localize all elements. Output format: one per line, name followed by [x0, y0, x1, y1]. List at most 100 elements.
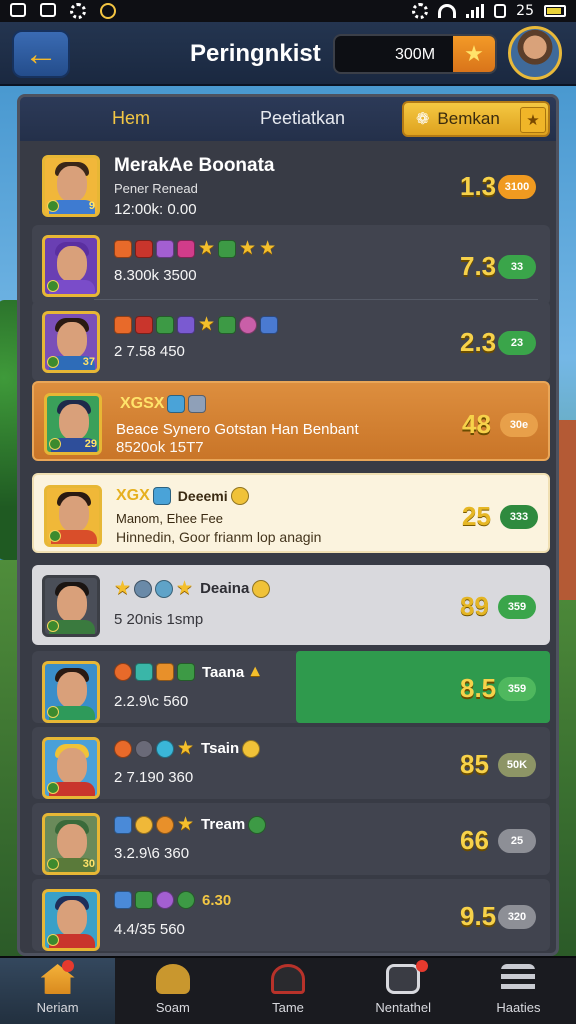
badge-icon: ▲: [247, 663, 264, 680]
gem-icon: [135, 315, 153, 334]
avatar: 9: [42, 155, 100, 217]
back-button[interactable]: ←: [12, 30, 70, 78]
leaderboard-row[interactable]: 30 ★ Tream 3.2.9\6 360 66 25: [32, 803, 550, 875]
reward-pill: 333: [500, 505, 538, 529]
player-score: 1.3: [460, 171, 497, 201]
nav-team[interactable]: Soam: [115, 958, 230, 1024]
star-icon: ★: [239, 238, 257, 259]
leaderboard-row-selected[interactable]: XGX Deeemi Manom, Ehee Fee Hinnedin, Goo…: [32, 473, 550, 553]
battery-icon: [544, 5, 566, 17]
add-currency-button[interactable]: ★: [453, 36, 495, 72]
avatar: [42, 235, 100, 297]
nav-label: Soam: [155, 1000, 190, 1015]
badge-list: 6.30: [114, 891, 231, 909]
badge-list: Taana ▲: [114, 663, 263, 681]
image-icon: [10, 3, 26, 17]
player-stats: 2.2.9\c 560: [114, 693, 189, 710]
tab-per[interactable]: Peetiatkan: [260, 108, 345, 129]
player-tag: Taana: [202, 663, 245, 681]
player-stats: 4.4/35 560: [114, 921, 185, 938]
camera-icon: [386, 964, 421, 994]
star-icon: ★: [177, 738, 195, 759]
nav-home[interactable]: Neriam: [0, 958, 116, 1024]
status-bar: 25: [0, 0, 576, 22]
player-tag: Deeemi: [177, 488, 228, 504]
leaderboard-row[interactable]: 37 ★ 2 7.58 450 2.3 23: [32, 301, 550, 381]
badge-list: XGSX: [116, 395, 207, 413]
profile-avatar[interactable]: [508, 26, 562, 80]
leaderboard-row[interactable]: ★ Tsain 2 7.190 360 85 50K: [32, 727, 550, 799]
wifi-icon: [438, 4, 457, 18]
nav-nentathel[interactable]: Nentathel: [346, 958, 461, 1024]
reward-pill: 30e: [500, 413, 538, 437]
gem-icon: [167, 395, 186, 413]
tab-bemkan[interactable]: ❁ Bemkan ★: [402, 101, 550, 137]
notification-icon: [100, 3, 116, 19]
gem-icon: [135, 663, 153, 681]
reward-pill: 50K: [498, 753, 536, 777]
gem-icon: [218, 239, 237, 258]
avatar: [42, 737, 100, 799]
gallery-icon: [40, 3, 56, 17]
back-arrow-icon: ←: [24, 35, 58, 73]
team-icon: [155, 964, 190, 994]
player-score: 2.3: [460, 327, 497, 357]
player-tag: Tream: [201, 816, 246, 833]
gem-icon: [156, 315, 174, 334]
tab-hem[interactable]: Hem: [112, 108, 150, 129]
leaderboard-row-highlighted[interactable]: 29 XGSX Beace Synero Gotstan Han Benbant…: [32, 381, 550, 461]
player-name: XGSX: [120, 395, 165, 412]
leaderboard-panel: Hem Peetiatkan ❁ Bemkan ★ 9 MerakAe Boon…: [17, 94, 559, 956]
gear-icon: [70, 3, 86, 19]
leaderboard-row[interactable]: 6.30 4.4/35 560 9.5 320: [32, 879, 550, 951]
star-icon: ★: [176, 578, 194, 599]
gem-icon: [134, 579, 153, 598]
player-score: 66: [460, 825, 489, 855]
star-icon: ★: [198, 314, 216, 335]
notification-badge: [62, 960, 74, 972]
star-icon: ★: [464, 41, 484, 66]
avatar: 37: [42, 311, 100, 373]
gem-icon: [218, 315, 237, 334]
player-stats: Hinnedin, Goor frianm lop anagin: [116, 529, 322, 545]
player-subtitle: Beace Synero Gotstan Han Benbant: [116, 421, 359, 438]
gem-icon: [135, 239, 153, 258]
gem-icon: [177, 663, 195, 681]
player-subtitle: Pener Renead: [114, 181, 198, 196]
avatar: [42, 661, 100, 723]
avatar: 29: [44, 393, 102, 455]
gem-icon: [114, 239, 132, 258]
leaderboard-row[interactable]: ★ ★ ★ 8.300k 3500 7.3 33: [32, 225, 550, 305]
currency-value: 300M: [395, 46, 436, 63]
gem-icon: [239, 315, 258, 334]
gem-icon: [260, 315, 279, 334]
nav-label: Tame: [272, 1000, 304, 1015]
notification-badge: [415, 960, 428, 972]
coin-icon: [248, 815, 267, 834]
leaderboard-row[interactable]: ★ ★ Deaina 5 20nis 1smp 89 359: [32, 565, 550, 645]
badge-list: ★ Tream: [114, 814, 267, 835]
badge-list: ★ ★ Deaina: [114, 578, 271, 599]
leaderboard-row[interactable]: 9 MerakAe Boonata Pener Renead 12:00k: 0…: [32, 145, 550, 225]
player-tag: 6.30: [202, 891, 232, 909]
gem-icon: [114, 663, 132, 681]
gem-icon: [114, 739, 132, 758]
player-score: 7.3: [460, 251, 497, 281]
badge-list: ★: [114, 314, 279, 335]
page-title: Peringnkist: [190, 40, 321, 67]
badge-icon: ❁: [416, 111, 430, 128]
nav-label: Neriam: [36, 1000, 79, 1015]
helmet-icon: [271, 964, 305, 994]
reward-pill: 3100: [498, 175, 536, 199]
star-icon: ★: [198, 238, 216, 259]
gem-icon: [155, 579, 174, 598]
gem-icon: [177, 239, 195, 258]
leaderboard-row[interactable]: Taana ▲ 2.2.9\c 560 8.5 359: [32, 651, 550, 723]
star-icon: ★: [114, 578, 132, 599]
star-icon: ★: [177, 814, 195, 835]
player-name: MerakAe Boonata: [114, 155, 275, 176]
nav-haaties[interactable]: Haaties: [461, 958, 576, 1024]
nav-tame[interactable]: Tame: [230, 958, 345, 1024]
avatar: [42, 575, 100, 637]
avatar: [42, 889, 100, 951]
